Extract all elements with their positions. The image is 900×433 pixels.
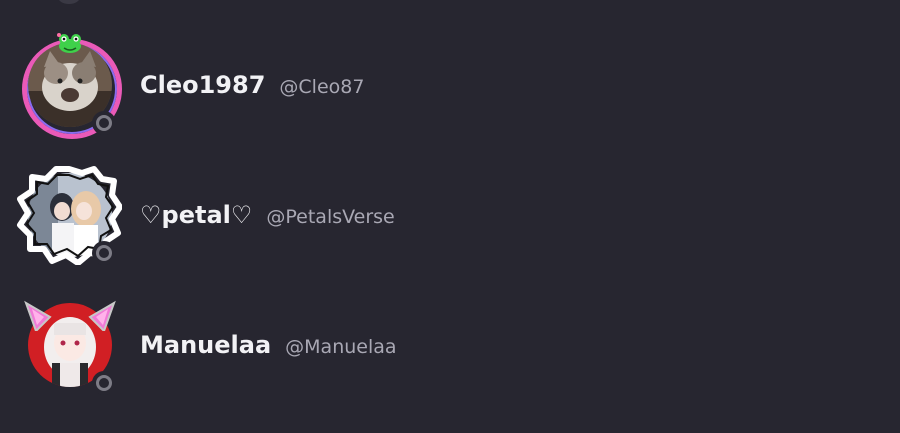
offline-status-indicator	[92, 241, 116, 265]
username-handle: @Manuelaa	[285, 336, 397, 358]
member-row-cleo[interactable]: Cleo1987 @Cleo87	[0, 33, 900, 143]
display-name: Cleo1987	[140, 71, 266, 99]
display-name: ♡petal♡	[140, 201, 253, 229]
username-handle: @Cleo87	[279, 76, 365, 98]
member-name-line: Manuelaa @Manuelaa	[140, 331, 397, 359]
cat-ears-icon	[24, 300, 116, 331]
member-row-petal[interactable]: ♡petal♡ @PetalsVerse	[0, 163, 900, 273]
display-name: Manuelaa	[140, 331, 272, 359]
avatar-container[interactable]	[18, 293, 122, 397]
offline-status-indicator	[92, 371, 116, 395]
avatar-container[interactable]	[17, 163, 122, 267]
username-handle: @PetalsVerse	[266, 206, 395, 228]
member-list: Cleo1987 @Cleo87 ♡petal♡ @PetalsVerse Ma…	[0, 0, 900, 433]
member-name-line: ♡petal♡ @PetalsVerse	[140, 201, 395, 229]
previous-avatar-edge	[58, 0, 80, 4]
avatar-container[interactable]	[18, 33, 122, 139]
offline-status-indicator	[92, 111, 116, 135]
member-row-manuelaa[interactable]: Manuelaa @Manuelaa	[0, 293, 900, 403]
frog-icon	[57, 33, 81, 53]
member-name-line: Cleo1987 @Cleo87	[140, 71, 364, 99]
